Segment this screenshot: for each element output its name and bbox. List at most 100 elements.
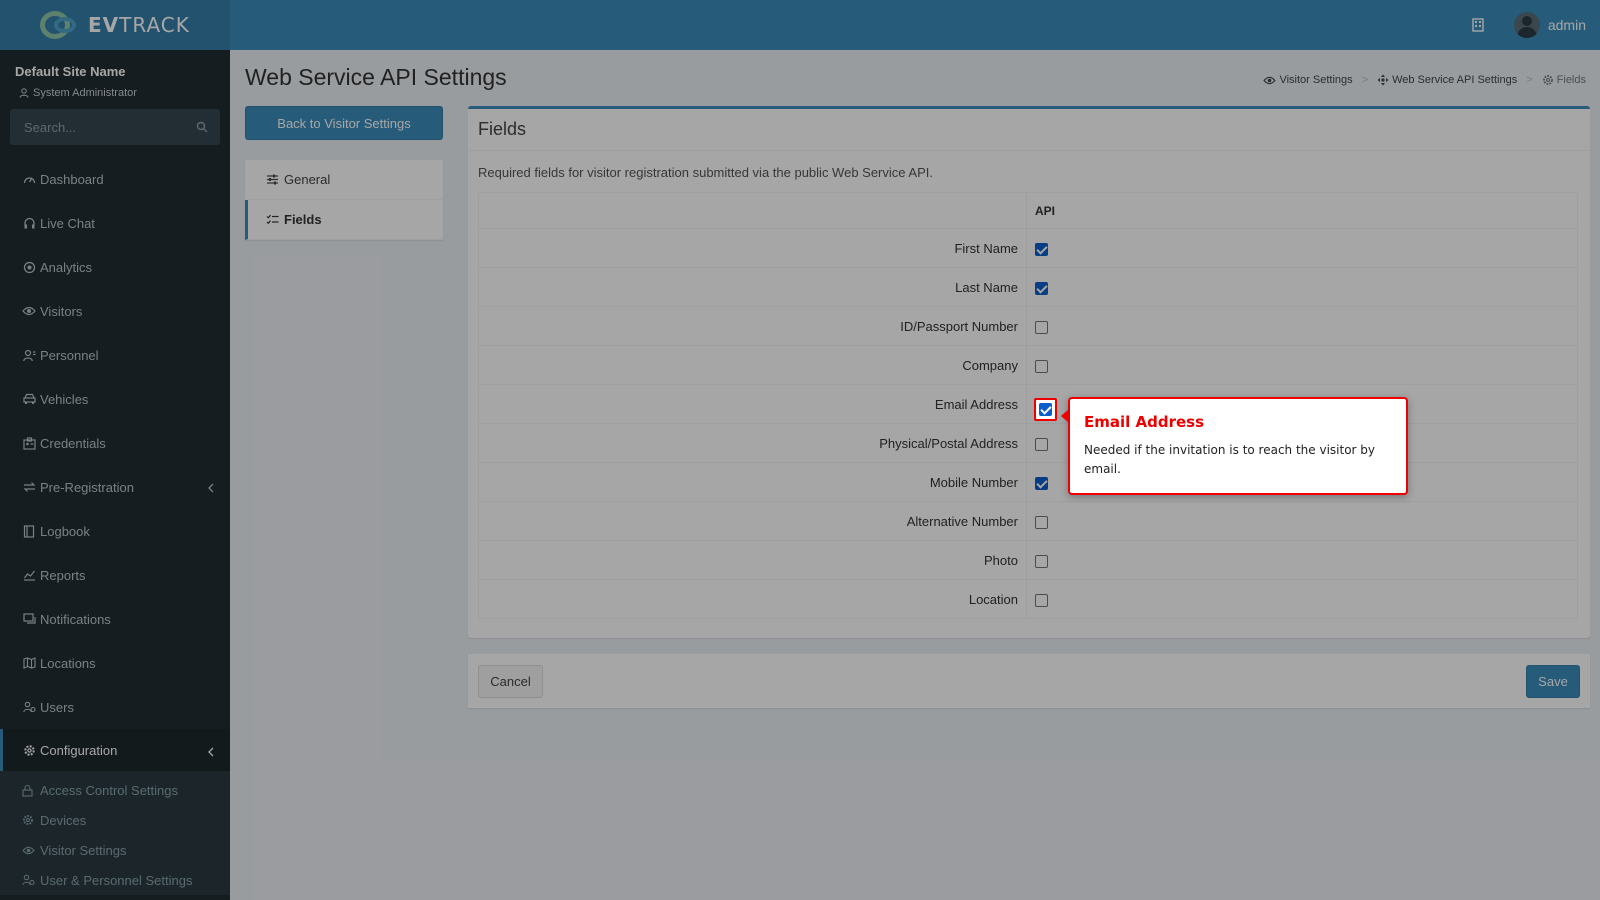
message-icon xyxy=(22,612,36,626)
field-checkbox-cell xyxy=(1026,228,1578,268)
table-row: Company xyxy=(478,345,1578,385)
checkbox-last-name[interactable] xyxy=(1035,281,1048,295)
table-row: Alternative Number xyxy=(478,501,1578,541)
gear-icon xyxy=(22,814,36,826)
sidebar-item-analytics[interactable]: Analytics xyxy=(0,245,230,289)
sidebar: Default Site Name System Administrator D… xyxy=(0,50,230,900)
field-checkbox-cell xyxy=(1026,267,1578,307)
checkbox-physical-postal-address[interactable] xyxy=(1035,437,1048,451)
tour-tooltip: Email Address Needed if the invitation i… xyxy=(1061,397,1408,495)
tab-fields[interactable]: Fields xyxy=(245,200,443,240)
sidebar-item-personnel[interactable]: Personnel xyxy=(0,333,230,377)
tab-general[interactable]: General xyxy=(245,160,443,200)
top-header: EVTRACK admin xyxy=(0,0,1600,50)
highlighted-email-checkbox[interactable] xyxy=(1034,398,1057,421)
search-icon[interactable] xyxy=(196,121,208,133)
field-label: Location xyxy=(478,579,1027,619)
settings-tabs: General Fields xyxy=(245,160,443,240)
field-checkbox-cell xyxy=(1026,501,1578,541)
arrows-icon xyxy=(1377,74,1389,86)
sliders-icon xyxy=(266,174,279,185)
submenu-item-access-control-settings[interactable]: Access Control Settings xyxy=(0,775,230,805)
user-tie-icon xyxy=(22,348,36,362)
checkbox-mobile-number[interactable] xyxy=(1035,476,1048,490)
back-to-visitor-settings-button[interactable]: Back to Visitor Settings xyxy=(245,106,443,140)
submenu-item-user-personnel-settings[interactable]: User & Personnel Settings xyxy=(0,865,230,895)
book-icon xyxy=(22,524,36,538)
checkbox-company[interactable] xyxy=(1035,359,1048,373)
field-label: Company xyxy=(478,345,1027,385)
field-label: Mobile Number xyxy=(478,462,1027,502)
submenu-item-visitor-settings[interactable]: Visitor Settings xyxy=(0,835,230,865)
sidebar-item-dashboard[interactable]: Dashboard xyxy=(0,157,230,201)
sidebar-item-vehicles[interactable]: Vehicles xyxy=(0,377,230,421)
id-card-icon xyxy=(22,436,36,450)
sidebar-item-configuration[interactable]: Configuration xyxy=(0,729,230,771)
checkbox-alternative-number[interactable] xyxy=(1035,515,1048,529)
car-icon xyxy=(22,392,36,406)
search-input[interactable] xyxy=(24,119,174,135)
page-title: Web Service API Settings xyxy=(245,64,507,90)
table-row: Email Address xyxy=(478,384,1578,424)
username[interactable]: admin xyxy=(1548,17,1586,33)
table-header-empty xyxy=(478,192,1027,229)
form-footer: Cancel Save xyxy=(468,654,1590,708)
checklist-icon xyxy=(266,214,279,225)
headset-icon xyxy=(22,216,36,230)
field-label: First Name xyxy=(478,228,1027,268)
users-icon xyxy=(22,700,36,714)
table-row: First Name xyxy=(478,228,1578,268)
user-icon xyxy=(19,88,29,98)
field-label: Email Address xyxy=(478,384,1027,424)
user-role: System Administrator xyxy=(15,87,215,99)
cancel-button[interactable]: Cancel xyxy=(478,665,543,698)
table-row: Photo xyxy=(478,540,1578,580)
checkbox-location[interactable] xyxy=(1035,593,1048,607)
logo-mark-icon xyxy=(38,10,84,40)
sidebar-item-users[interactable]: Users xyxy=(0,685,230,729)
logo[interactable]: EVTRACK xyxy=(0,0,230,50)
fields-table: API First Name Last Name ID/Passport Numbe… xyxy=(478,192,1578,619)
breadcrumb-web-service-api-settings[interactable]: Web Service API Settings xyxy=(1377,74,1517,86)
eye-icon xyxy=(22,846,36,855)
field-label: Alternative Number xyxy=(478,501,1027,541)
table-row: Location xyxy=(478,579,1578,619)
fields-box: Fields Required fields for visitor regis… xyxy=(468,106,1590,638)
field-label: ID/Passport Number xyxy=(478,306,1027,346)
submenu-item-devices[interactable]: Devices xyxy=(0,805,230,835)
sidebar-item-reports[interactable]: Reports xyxy=(0,553,230,597)
fields-box-title: Fields xyxy=(468,109,1590,151)
sidebar-item-locations[interactable]: Locations xyxy=(0,641,230,685)
table-header-api: API xyxy=(1026,192,1578,229)
chart-icon xyxy=(22,568,36,582)
field-checkbox-cell xyxy=(1026,579,1578,619)
sidebar-item-logbook[interactable]: Logbook xyxy=(0,509,230,553)
chevron-left-icon xyxy=(208,481,214,496)
field-label: Physical/Postal Address xyxy=(478,423,1027,463)
eye-icon xyxy=(22,304,36,318)
field-label: Last Name xyxy=(478,267,1027,307)
tooltip-title: Email Address xyxy=(1084,413,1205,431)
sidebar-item-visitors[interactable]: Visitors xyxy=(0,289,230,333)
breadcrumb: Visitor Settings > Web Service API Setti… xyxy=(1263,74,1586,86)
eye-icon xyxy=(1263,76,1277,84)
dashboard-icon xyxy=(22,172,36,186)
breadcrumb-visitor-settings[interactable]: Visitor Settings xyxy=(1263,74,1353,86)
avatar[interactable] xyxy=(1513,12,1540,38)
sidebar-item-pre-registration[interactable]: Pre-Registration xyxy=(0,465,230,509)
field-checkbox-cell xyxy=(1026,345,1578,385)
checkbox-first-name[interactable] xyxy=(1035,242,1048,256)
sidebar-item-live-chat[interactable]: Live Chat xyxy=(0,201,230,245)
building-icon[interactable] xyxy=(1472,18,1484,32)
user-panel: Default Site Name System Administrator xyxy=(0,50,230,109)
save-button[interactable]: Save xyxy=(1526,665,1580,698)
table-row: Physical/Postal Address xyxy=(478,423,1578,463)
checkbox-photo[interactable] xyxy=(1035,554,1048,568)
checkbox-email-address-highlight[interactable] xyxy=(1039,403,1052,416)
sidebar-item-notifications[interactable]: Notifications xyxy=(0,597,230,641)
target-icon xyxy=(22,260,36,274)
field-checkbox-cell xyxy=(1026,306,1578,346)
checkbox-id-passport-number[interactable] xyxy=(1035,320,1048,334)
chevron-left-icon xyxy=(208,745,214,760)
sidebar-item-credentials[interactable]: Credentials xyxy=(0,421,230,465)
